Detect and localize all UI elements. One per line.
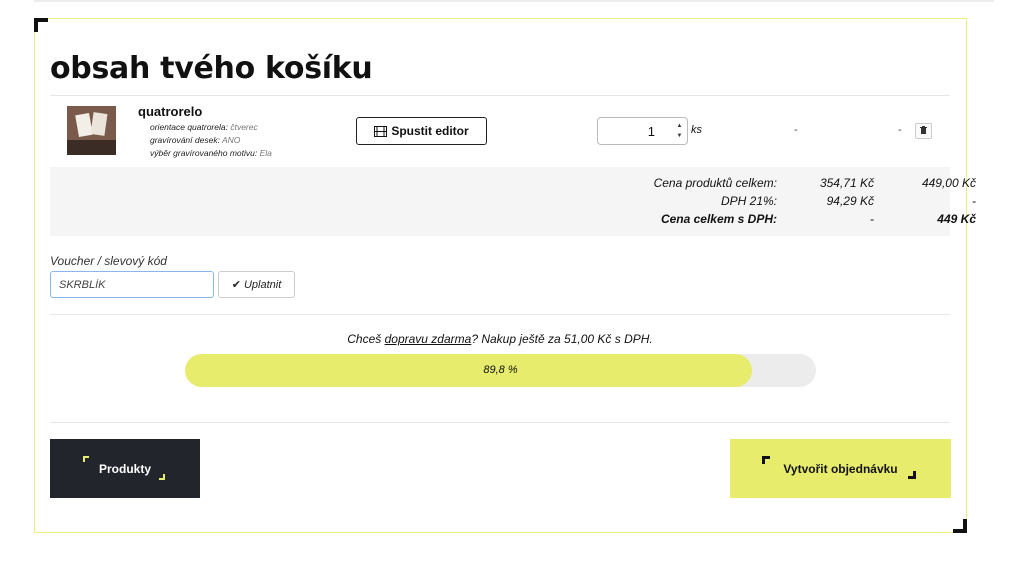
create-order-label: Vytvořit objednávku — [783, 461, 898, 476]
vat-incl: - — [972, 194, 976, 208]
products-total-excl-vat: 354,71 Kč — [819, 176, 874, 190]
divider — [50, 314, 950, 315]
products-button-label: Produkty — [98, 461, 151, 476]
stepper-arrows-icon[interactable]: ▲ ▼ — [675, 121, 684, 141]
bracket-icon — [762, 456, 770, 464]
quantity-stepper[interactable]: 1 ▲ ▼ — [597, 117, 688, 145]
voucher-label: Voucher / slevový kód — [50, 254, 167, 268]
page-title: obsah tvého košíku — [50, 51, 373, 86]
product-option: gravírování desek: ANO — [150, 135, 241, 145]
frame-corner-bottom-right — [953, 519, 967, 533]
item-price-incl-vat: - — [898, 124, 902, 136]
products-total-incl-vat: 449,00 Kč — [921, 176, 976, 190]
product-option: orientace quatrorela: čtverec — [150, 122, 258, 132]
remove-item-button[interactable] — [915, 123, 932, 139]
frame-corner-top-left — [34, 18, 48, 32]
divider — [50, 422, 950, 423]
grand-total-incl: 449 Kč — [937, 212, 976, 226]
progress-label: 89,8 % — [483, 364, 518, 376]
products-button[interactable]: Produkty — [50, 439, 200, 498]
free-shipping-link[interactable]: dopravu zdarma — [385, 332, 472, 346]
product-name[interactable]: quatrorelo — [138, 104, 202, 119]
bracket-icon — [159, 474, 165, 480]
free-shipping-message: Chceš dopravu zdarma? Nakup ještě za 51,… — [347, 332, 653, 346]
item-price-excl-vat: - — [794, 124, 798, 136]
trash-icon — [920, 126, 927, 134]
quantity-unit: ks — [691, 124, 702, 136]
bracket-icon — [908, 471, 916, 479]
film-icon — [374, 125, 388, 137]
top-divider — [34, 0, 994, 2]
vat-excl: 94,29 Kč — [826, 194, 874, 208]
check-icon: ✔ — [231, 279, 241, 291]
grand-total-excl: - — [870, 212, 874, 226]
bracket-icon — [83, 456, 89, 462]
quantity-value[interactable]: 1 — [648, 124, 655, 139]
vat-label: DPH 21%: — [720, 194, 777, 208]
divider — [50, 95, 950, 96]
products-total-label: Cena produktů celkem: — [653, 176, 777, 190]
create-order-button[interactable]: Vytvořit objednávku — [730, 439, 951, 498]
apply-voucher-button[interactable]: ✔ Uplatnit — [218, 271, 295, 298]
product-thumbnail[interactable] — [67, 106, 116, 155]
product-option: výběr gravírovaného motivu: Ela — [150, 148, 272, 158]
launch-editor-button[interactable]: Spustit editor — [356, 117, 487, 145]
voucher-input[interactable] — [50, 271, 214, 298]
grand-total-label: Cena celkem s DPH: — [660, 212, 777, 226]
price-summary — [50, 167, 950, 236]
apply-voucher-label: Uplatnit — [243, 278, 282, 291]
free-shipping-progress: 89,8 % — [185, 354, 816, 387]
launch-editor-label: Spustit editor — [391, 124, 469, 138]
